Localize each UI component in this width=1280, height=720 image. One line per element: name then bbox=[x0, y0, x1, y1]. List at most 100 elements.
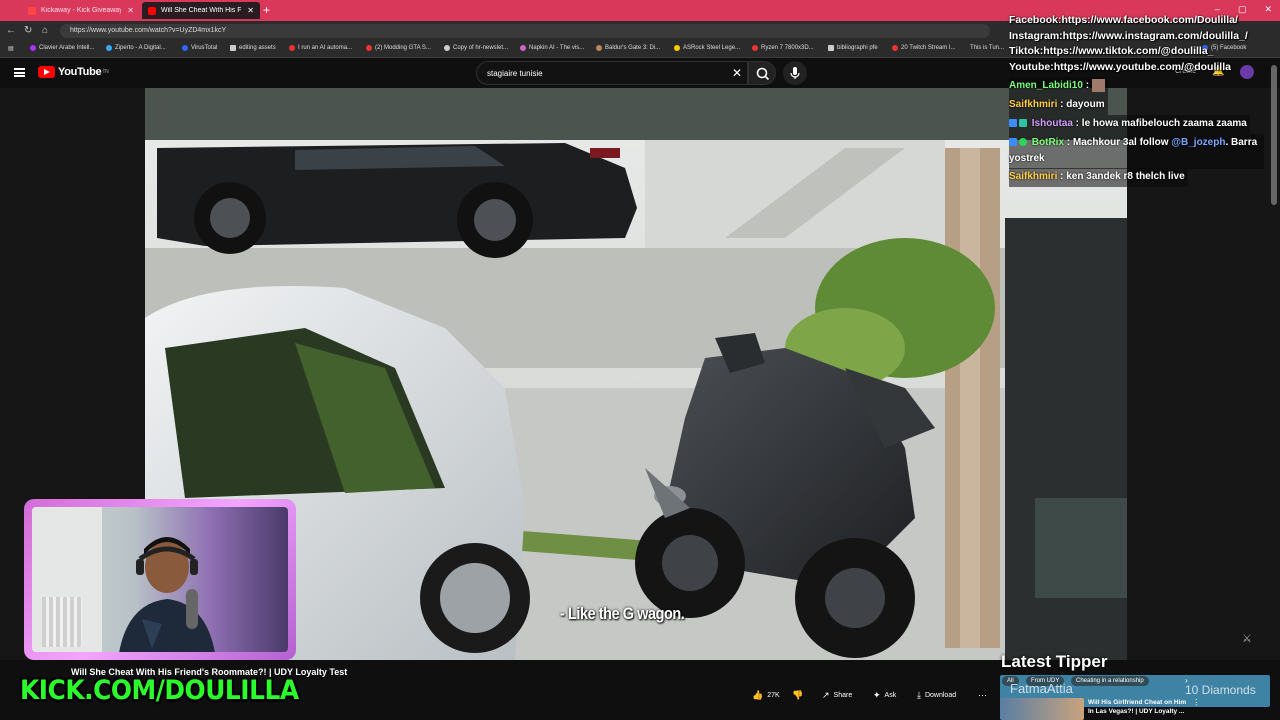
bookmark-favicon-icon bbox=[366, 45, 372, 51]
bookmark-item[interactable]: ASRock Steel Lege... bbox=[674, 45, 740, 51]
download-icon: ⤓ bbox=[917, 690, 921, 700]
chat-username: Ishoutaa bbox=[1031, 118, 1073, 129]
chat-username: Saifkhmiri bbox=[1009, 171, 1058, 182]
url-field[interactable]: https://www.youtube.com/watch?v=UyZD4mx1… bbox=[60, 24, 990, 38]
bookmark-favicon-icon bbox=[892, 45, 898, 51]
chat-text: le howa mafibelouch zaama zaama bbox=[1081, 118, 1247, 129]
bookmark-item[interactable]: Ziperto - A Digital... bbox=[106, 45, 166, 51]
thumbs-down-icon: 👎 bbox=[792, 690, 804, 700]
social-line: Youtube:https://www.youtube.com/@doulill… bbox=[1009, 60, 1231, 73]
reload-icon[interactable]: ↻ bbox=[24, 25, 32, 36]
bookmark-favicon-icon bbox=[30, 45, 36, 51]
like-button[interactable]: 👍 27K bbox=[752, 687, 780, 704]
back-icon[interactable]: ← bbox=[6, 25, 16, 36]
bookmark-favicon-icon bbox=[520, 45, 526, 51]
bookmark-favicon-icon bbox=[106, 45, 112, 51]
browser-tab[interactable]: Kickaway - Kick Giveaway Tool ✕ bbox=[22, 2, 140, 19]
home-icon[interactable]: ⌂ bbox=[42, 25, 48, 36]
related-video-title[interactable]: Will His Girlfriend Cheat on Him In Las … bbox=[1088, 698, 1186, 720]
bookmark-favicon-icon bbox=[444, 45, 450, 51]
kickaway-favicon-icon bbox=[28, 6, 36, 15]
chat-text: ken 3andek r8 thelch live bbox=[1066, 171, 1185, 182]
youtube-logo[interactable]: YouTube TN bbox=[38, 66, 109, 78]
voice-search-button[interactable] bbox=[783, 61, 807, 85]
youtube-play-icon bbox=[38, 66, 55, 78]
bookmarks-icon[interactable]: ▤ bbox=[8, 45, 14, 52]
browser-tab-active[interactable]: Will She Cheat With His Frien ✕ bbox=[142, 2, 260, 19]
chat-mention: @B_jozeph bbox=[1171, 137, 1226, 148]
bookmark-item[interactable]: (2) Modding GTA S... bbox=[366, 45, 431, 51]
subscriber-badge-icon bbox=[1019, 119, 1027, 128]
social-line: Tiktok:https://www.tiktok.com/@doulilla_ bbox=[1009, 45, 1214, 57]
more-actions-button[interactable]: ⋯ bbox=[978, 687, 991, 704]
bookmark-item[interactable]: Clavier Arabe Intell... bbox=[30, 45, 94, 51]
tipper-amount: 10 Diamonds bbox=[1185, 683, 1256, 697]
search-button[interactable] bbox=[748, 61, 776, 85]
bookmark-item[interactable]: This is Tun... bbox=[970, 45, 1004, 51]
page-scrollbar[interactable] bbox=[1271, 65, 1277, 205]
kick-channel-brand: KICK.COM/DOULILLA bbox=[20, 675, 299, 706]
chat-username: Saifkhmiri bbox=[1009, 99, 1058, 110]
bookmark-favicon-icon bbox=[752, 45, 758, 51]
bookmark-item[interactable]: 20 Twitch Stream I... bbox=[892, 45, 956, 51]
chat-message: Saifkhmiri : ken 3andek r8 thelch live bbox=[1009, 168, 1188, 187]
clear-search-icon[interactable]: ✕ bbox=[732, 66, 742, 80]
thumbs-up-icon: 👍 bbox=[752, 690, 764, 700]
video-subtitle: - Like the G wagon. bbox=[560, 604, 685, 623]
bookmark-item[interactable]: Ryzen 7 7800x3D... bbox=[752, 45, 814, 51]
bookmark-item[interactable]: VirusTotal bbox=[182, 45, 217, 51]
verified-badge-icon bbox=[1019, 138, 1027, 147]
related-video-item[interactable]: Will His Girlfriend Cheat on Him In Las … bbox=[1000, 698, 1270, 720]
chat-text: Machkour 3al follow bbox=[1072, 137, 1172, 148]
bookmark-favicon-icon bbox=[596, 45, 602, 51]
tab-title: Kickaway - Kick Giveaway Tool bbox=[41, 7, 122, 14]
microphone-icon bbox=[790, 67, 800, 79]
bookmark-favicon-icon bbox=[674, 45, 680, 51]
bookmark-item[interactable]: I run an AI automa... bbox=[289, 45, 352, 51]
bookmark-item[interactable]: Napkin AI - The vis... bbox=[520, 45, 584, 51]
emote-icon bbox=[1091, 78, 1105, 92]
watermark-icon: ⚔ bbox=[1242, 633, 1252, 645]
moderator-badge-icon bbox=[1009, 119, 1017, 128]
search-icon bbox=[756, 67, 770, 81]
more-icon[interactable]: ⋮ bbox=[1192, 698, 1200, 720]
close-tab-icon[interactable]: ✕ bbox=[247, 6, 254, 15]
sparkle-icon: ✦ bbox=[873, 690, 881, 700]
download-button[interactable]: ⤓ Download bbox=[917, 687, 956, 704]
streamer-webcam bbox=[24, 499, 296, 660]
hamburger-menu-icon[interactable] bbox=[14, 68, 25, 77]
tab-title: Will She Cheat With His Frien bbox=[161, 7, 242, 14]
chat-username: Amen_Labidi10 bbox=[1009, 80, 1083, 91]
folder-icon bbox=[230, 45, 236, 51]
social-line: Facebook:https://www.facebook.com/Doulil… bbox=[1009, 14, 1238, 26]
bookmark-favicon-icon bbox=[289, 45, 295, 51]
chat-message: BotRix : Machkour 3al follow @B_jozeph. … bbox=[1009, 134, 1264, 169]
bookmark-favicon-icon bbox=[182, 45, 188, 51]
tipper-name: FatmaAttia bbox=[1010, 681, 1073, 696]
related-video-thumbnail[interactable] bbox=[1000, 698, 1084, 720]
bookmark-item[interactable]: Copy of hr-newslet... bbox=[444, 45, 508, 51]
chip-cheating[interactable]: Cheating in a relationship bbox=[1071, 676, 1149, 686]
share-button[interactable]: ↗ Share bbox=[822, 687, 852, 704]
close-tab-icon[interactable]: ✕ bbox=[127, 6, 134, 15]
bookmark-item[interactable]: bibliographi pfe bbox=[828, 45, 878, 51]
webcam-feed bbox=[32, 507, 288, 652]
new-tab-button[interactable]: + bbox=[263, 3, 270, 17]
more-icon: ⋯ bbox=[978, 690, 987, 700]
chat-text: dayoum bbox=[1066, 99, 1105, 110]
chat-message: Ishoutaa : le howa mafibelouch zaama zaa… bbox=[1009, 115, 1250, 134]
bot-badge-icon bbox=[1009, 138, 1017, 147]
folder-icon bbox=[828, 45, 834, 51]
search-input[interactable]: stagiaire tunisie bbox=[476, 61, 748, 85]
share-icon: ↗ bbox=[822, 690, 830, 700]
streamer-figure bbox=[119, 537, 215, 652]
dislike-button[interactable]: 👎 bbox=[792, 687, 807, 704]
bookmark-item[interactable]: editing assets bbox=[230, 45, 276, 51]
chat-username: BotRix bbox=[1031, 137, 1065, 148]
chat-message: Saifkhmiri : dayoum bbox=[1009, 96, 1108, 115]
close-window-icon[interactable]: ✕ bbox=[1264, 4, 1272, 15]
chat-message: Amen_Labidi10 : bbox=[1009, 77, 1108, 96]
latest-tipper-label: Latest Tipper bbox=[1001, 652, 1108, 671]
bookmark-item[interactable]: Baldur's Gate 3: Di... bbox=[596, 45, 660, 51]
ask-button[interactable]: ✦ Ask bbox=[873, 687, 896, 704]
